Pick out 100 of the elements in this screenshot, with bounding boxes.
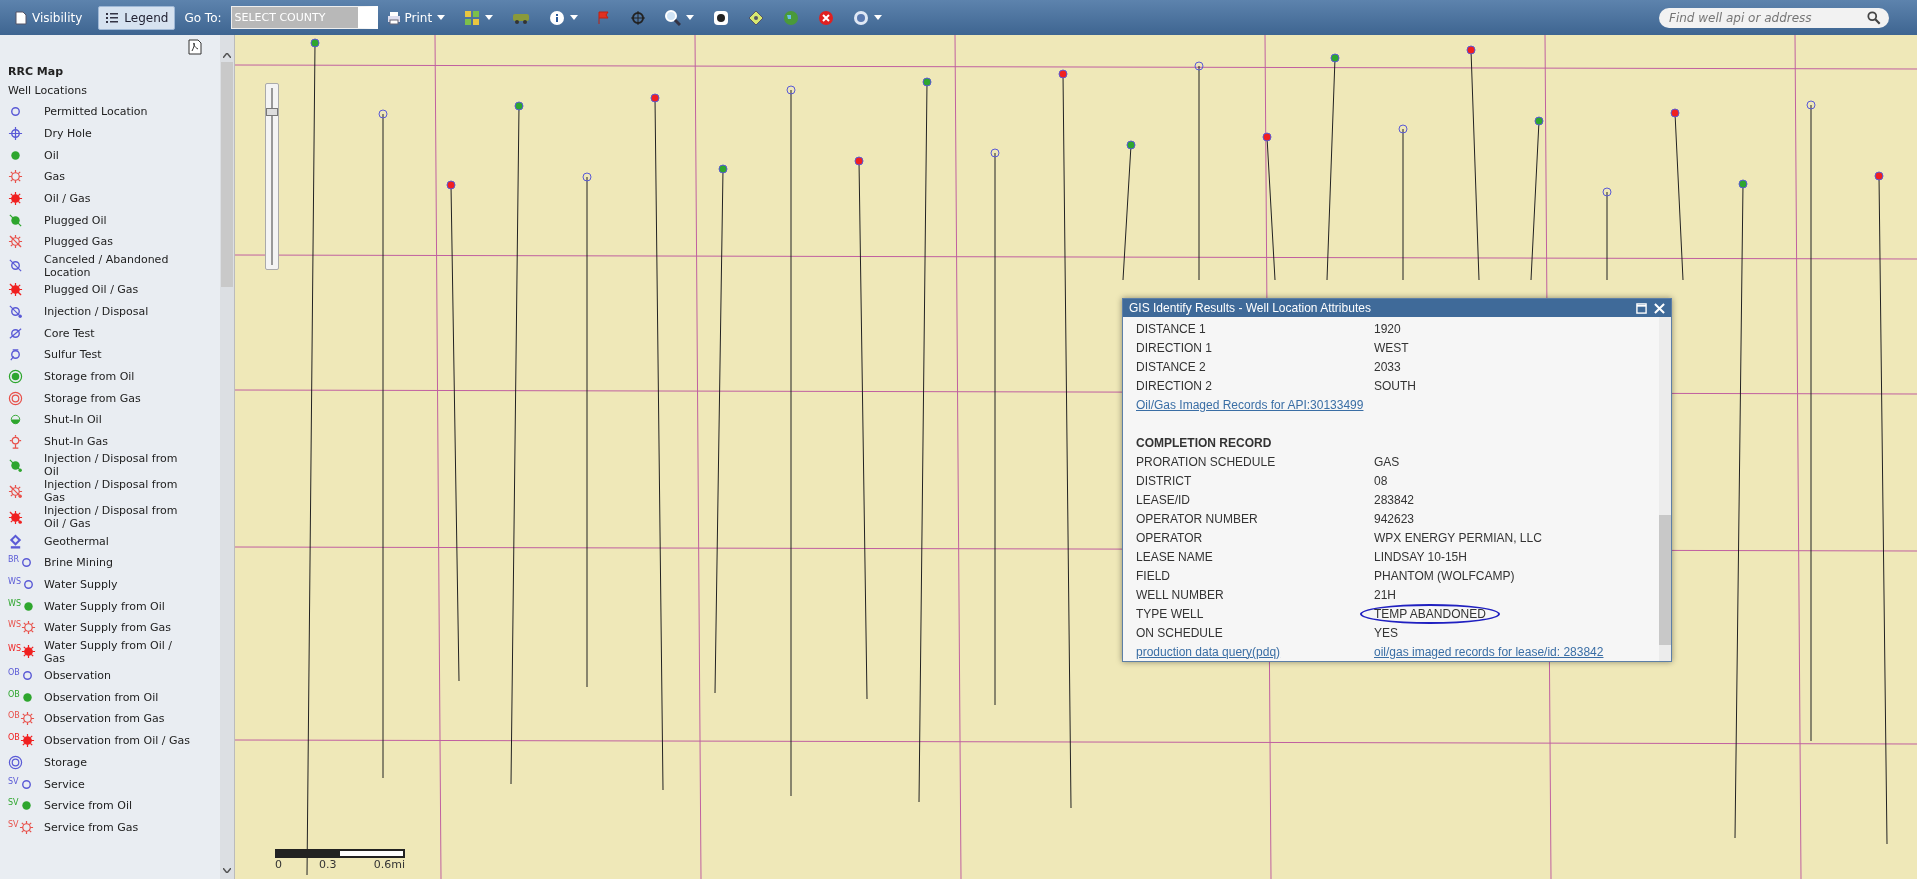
- legend-item-label: Sulfur Test: [44, 348, 102, 362]
- scroll-down-icon[interactable]: [223, 868, 231, 873]
- legend-item-label: Injection / Disposal from Gas: [44, 478, 179, 505]
- caret-icon[interactable]: [570, 15, 579, 20]
- attribute-label: TYPE WELL: [1136, 606, 1205, 621]
- attribute-value: 942623: [1374, 511, 1415, 526]
- attribute-label: OPERATOR NUMBER: [1136, 511, 1259, 526]
- popup-title: GIS Identify Results - Well Location Attributes: [1129, 301, 1371, 315]
- goto-label: Go To:: [184, 10, 222, 25]
- attribute-value: SOUTH: [1374, 378, 1416, 393]
- symbol-prefix: WS: [8, 599, 21, 608]
- attribute-label: DIRECTION 1: [1136, 340, 1213, 355]
- legend-item-label: Shut-In Oil: [44, 413, 102, 427]
- info-icon[interactable]: [549, 9, 566, 26]
- attribute-label: DISTRICT: [1136, 473, 1193, 488]
- legend-item-label: Observation from Gas: [44, 712, 165, 726]
- legend-item-label: Observation: [44, 669, 111, 683]
- records-link[interactable]: Oil/Gas Imaged Records for API:30133499: [1136, 398, 1364, 412]
- legend-item-label: Water Supply from Gas: [44, 621, 172, 635]
- caret-icon[interactable]: [437, 15, 446, 20]
- attribute-label: DISTANCE 1: [1136, 321, 1207, 336]
- print-button[interactable]: Print: [386, 10, 433, 25]
- printer-icon: [386, 10, 401, 25]
- symbol-prefix: WS: [8, 578, 21, 587]
- symbol-prefix: OB: [8, 734, 20, 743]
- maximize-icon[interactable]: [1636, 302, 1647, 314]
- scrollbar-thumb[interactable]: [1659, 515, 1671, 645]
- legend-item-label: Water Supply from Oil / Gas: [44, 638, 174, 665]
- attribute-label: LEASE NAME: [1136, 549, 1214, 564]
- attribute-value: LINDSAY 10-15H: [1374, 549, 1467, 564]
- attribute-label: WELL NUMBER: [1136, 587, 1225, 602]
- attribute-value: 2033: [1374, 359, 1401, 374]
- section-heading: COMPLETION RECORD: [1136, 435, 1272, 450]
- close-icon[interactable]: [1654, 302, 1665, 314]
- toolbar-tab[interactable]: Visibility: [8, 5, 90, 30]
- attribute-value: 283842: [1374, 492, 1415, 507]
- symbol-prefix: WS: [8, 621, 21, 630]
- legend-item-label: Gas: [44, 170, 65, 184]
- caret-icon[interactable]: [874, 15, 883, 20]
- zoom-slider[interactable]: [265, 83, 279, 270]
- legend-item-label: Dry Hole: [44, 127, 92, 141]
- records-link[interactable]: oil/gas imaged records for lease/id: 283842: [1374, 644, 1604, 659]
- symbol-prefix: SV: [8, 799, 19, 808]
- grid-icon[interactable]: [464, 9, 481, 26]
- attribute-value: YES: [1374, 625, 1398, 640]
- symbol-prefix: SV: [8, 820, 19, 829]
- symbol-prefix: OB: [8, 690, 20, 699]
- legend-item-label: Shut-In Gas: [44, 434, 108, 448]
- search-field[interactable]: Find well api or address: [1659, 7, 1889, 28]
- scroll-up-icon[interactable]: [223, 53, 231, 58]
- symbol-prefix: WS: [8, 645, 21, 654]
- legend-item-label: Plugged Oil: [44, 213, 107, 227]
- caret-icon[interactable]: [686, 15, 695, 20]
- legend-item-label: Storage from Gas: [44, 391, 141, 405]
- attribute-value: WPX ENERGY PERMIAN, LLC: [1374, 530, 1542, 545]
- attribute-value: WEST: [1374, 340, 1409, 355]
- symbol-prefix: BR: [8, 556, 20, 565]
- caret-icon[interactable]: [485, 15, 494, 20]
- legend-item-label: Core Test: [44, 326, 95, 340]
- symbol-prefix: OB: [8, 712, 20, 721]
- legend-item-label: Observation from Oil / Gas: [44, 734, 191, 748]
- attribute-value: GAS: [1374, 454, 1400, 469]
- close-icon[interactable]: [818, 9, 835, 26]
- legend-item-label: Injection / Disposal: [44, 304, 149, 318]
- list-icon: [105, 10, 120, 25]
- query-link[interactable]: production data query(pdq): [1136, 644, 1281, 659]
- symbol-prefix: SV: [8, 777, 19, 786]
- attribute-label: FIELD: [1136, 568, 1171, 583]
- legend-item-label: Injection / Disposal from Oil: [44, 452, 179, 479]
- toolbar-tab[interactable]: Legend: [98, 5, 176, 30]
- diamond-icon[interactable]: [748, 9, 765, 26]
- legend-item-label: Storage from Oil: [44, 369, 135, 383]
- zoom-slider-thumb[interactable]: [266, 108, 278, 117]
- scale-label: 0.6mi: [373, 858, 405, 871]
- crosshair-icon[interactable]: [630, 9, 647, 26]
- globe-icon[interactable]: [783, 9, 800, 26]
- legend-item-label: Service from Gas: [44, 820, 139, 834]
- legend-item-label: Brine Mining: [44, 556, 113, 570]
- pdf-icon[interactable]: [188, 39, 202, 55]
- legend-item-label: Service from Oil: [44, 799, 133, 813]
- search-icon[interactable]: [1867, 10, 1881, 25]
- legend-group-label: Well Locations: [8, 84, 88, 97]
- attribute-label: ON SCHEDULE: [1136, 625, 1224, 640]
- legend-item-label: Water Supply: [44, 578, 118, 592]
- legend-item-label: Water Supply from Oil: [44, 599, 165, 613]
- attribute-label: OPERATOR: [1136, 530, 1204, 545]
- attribute-label: PRORATION SCHEDULE: [1136, 454, 1277, 469]
- legend-item-label: Observation from Oil: [44, 690, 159, 704]
- search-icon[interactable]: [665, 9, 682, 26]
- document-icon: [15, 10, 27, 25]
- legend-item-label: Canceled / Abandoned Location: [44, 252, 170, 279]
- legend-item-label: Permitted Location: [44, 105, 148, 119]
- scale-label: 0: [275, 858, 282, 871]
- symbol-prefix: OB: [8, 669, 20, 678]
- attribute-value: 08: [1374, 473, 1388, 488]
- help-icon[interactable]: [853, 9, 870, 26]
- scrollbar-thumb[interactable]: [221, 62, 233, 287]
- legend-item-label: Oil: [44, 148, 59, 162]
- attribute-value: TEMP ABANDONED: [1360, 603, 1500, 624]
- target-icon[interactable]: [713, 9, 730, 26]
